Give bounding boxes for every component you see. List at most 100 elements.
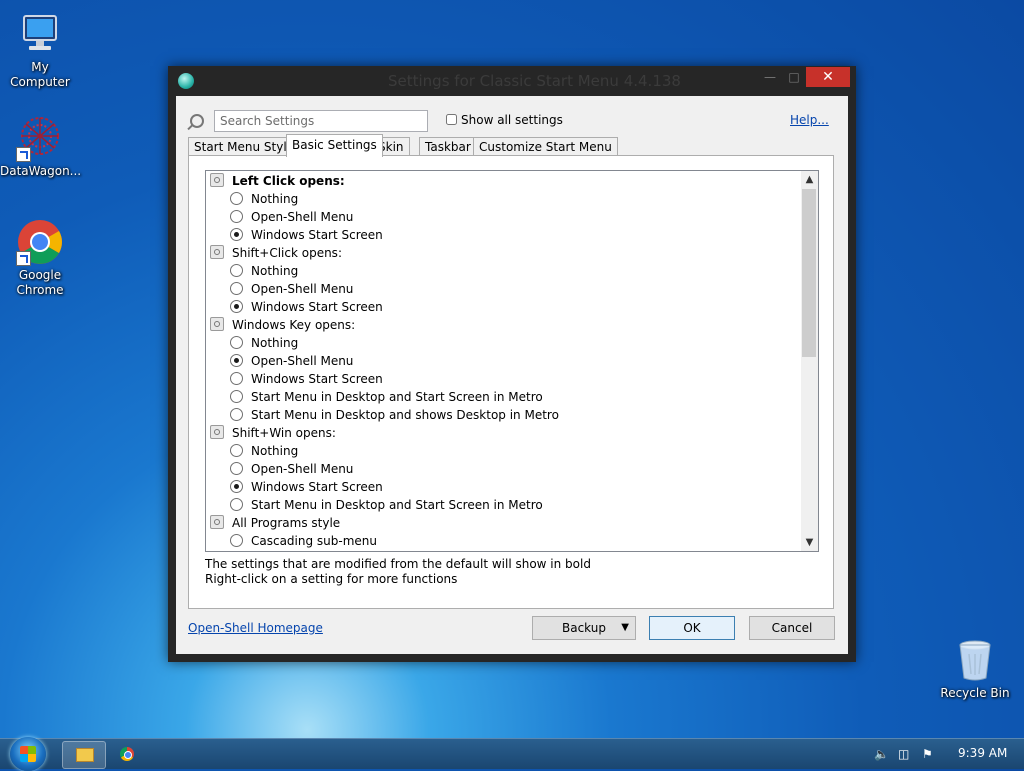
info-text-bold: The settings that are modified from the … bbox=[205, 557, 591, 571]
chrome-icon bbox=[120, 747, 134, 761]
radio-button[interactable] bbox=[230, 390, 243, 403]
desktop-icon-label: Recycle Bin bbox=[940, 686, 1010, 700]
start-button[interactable] bbox=[10, 737, 46, 771]
radio-button[interactable] bbox=[230, 408, 243, 421]
setting-label: Left Click opens: bbox=[232, 174, 345, 188]
setting-label: Open-Shell Menu bbox=[251, 354, 354, 368]
settings-option-row[interactable]: Start Menu in Desktop and Start Screen i… bbox=[230, 496, 543, 514]
tab-basic-settings[interactable]: Basic Settings bbox=[286, 134, 383, 157]
setting-label: Nothing bbox=[251, 444, 299, 458]
desktop-icon-datawagon[interactable]: DataWagon... bbox=[0, 114, 82, 179]
radio-button[interactable] bbox=[230, 264, 243, 277]
radio-button[interactable] bbox=[230, 372, 243, 385]
settings-option-row[interactable]: Open-Shell Menu bbox=[230, 460, 353, 478]
setting-label: Nothing bbox=[251, 192, 299, 206]
chrome-icon bbox=[16, 218, 64, 266]
settings-scrollbar[interactable]: ▲ ▼ bbox=[801, 171, 818, 551]
window-titlebar[interactable]: Settings for Classic Start Menu 4.4.138 … bbox=[168, 66, 856, 96]
setting-gear-icon bbox=[210, 245, 224, 259]
volume-muted-icon[interactable]: 🔈 bbox=[874, 747, 890, 761]
setting-gear-icon bbox=[210, 173, 224, 187]
radio-button[interactable] bbox=[230, 300, 243, 313]
desktop-icon-recycle-bin[interactable]: Recycle Bin bbox=[935, 636, 1015, 701]
settings-option-row[interactable]: Windows Start Screen bbox=[230, 370, 383, 388]
radio-button[interactable] bbox=[230, 192, 243, 205]
setting-label: Nothing bbox=[251, 264, 299, 278]
radio-button[interactable] bbox=[230, 228, 243, 241]
close-button[interactable]: ✕ bbox=[806, 67, 850, 87]
scroll-up-arrow-icon[interactable]: ▲ bbox=[801, 171, 818, 188]
settings-group-row[interactable]: Shift+Win opens: bbox=[210, 424, 336, 442]
setting-label: Windows Start Screen bbox=[251, 300, 383, 314]
settings-option-row[interactable]: Windows Start Screen bbox=[230, 478, 383, 496]
cancel-button[interactable]: Cancel bbox=[749, 616, 835, 640]
settings-option-row[interactable]: Open-Shell Menu bbox=[230, 208, 353, 226]
desktop-icon-google-chrome[interactable]: Google Chrome bbox=[0, 218, 80, 298]
settings-option-row[interactable]: Nothing bbox=[230, 190, 298, 208]
settings-option-row[interactable]: Open-Shell Menu bbox=[230, 352, 353, 370]
backup-button-label: Backup bbox=[562, 621, 606, 635]
settings-group-row[interactable]: All Programs style bbox=[210, 514, 340, 532]
settings-option-row[interactable]: Windows Start Screen bbox=[230, 226, 383, 244]
taskbar-explorer-button[interactable] bbox=[62, 741, 106, 769]
settings-option-row[interactable]: Nothing bbox=[230, 442, 298, 460]
show-all-settings-label: Show all settings bbox=[461, 113, 563, 127]
radio-button[interactable] bbox=[230, 534, 243, 547]
settings-list[interactable]: Left Click opens: Nothing Open-Shell Menu W… bbox=[205, 170, 819, 552]
show-all-settings-checkbox[interactable] bbox=[446, 114, 457, 125]
radio-button[interactable] bbox=[230, 210, 243, 223]
settings-group-row[interactable]: Windows Key opens: bbox=[210, 316, 355, 334]
settings-option-row[interactable]: Cascading sub-menu bbox=[230, 532, 377, 550]
window-client-area: Show all settings Help... Start Menu Sty… bbox=[176, 96, 848, 654]
windows-logo-icon bbox=[20, 746, 36, 762]
settings-group-row[interactable]: Left Click opens: bbox=[210, 172, 345, 190]
settings-window: Settings for Classic Start Menu 4.4.138 … bbox=[168, 66, 856, 662]
radio-button[interactable] bbox=[230, 354, 243, 367]
setting-label: Start Menu in Desktop and shows Desktop … bbox=[251, 408, 559, 422]
open-shell-homepage-link[interactable]: Open-Shell Homepage bbox=[188, 621, 323, 635]
tab-start-menu-style[interactable]: Start Menu Style bbox=[188, 137, 301, 156]
computer-icon bbox=[16, 10, 64, 58]
settings-option-row[interactable]: Nothing bbox=[230, 334, 298, 352]
setting-label: Open-Shell Menu bbox=[251, 282, 354, 296]
scrollbar-thumb[interactable] bbox=[802, 189, 816, 357]
taskbar-chrome-button[interactable] bbox=[106, 741, 148, 767]
setting-label: Windows Start Screen bbox=[251, 372, 383, 386]
network-icon[interactable]: ◫ bbox=[898, 747, 914, 761]
desktop-icon-label: DataWagon... bbox=[0, 164, 82, 178]
radio-button[interactable] bbox=[230, 480, 243, 493]
action-center-icon[interactable]: ⚑ bbox=[922, 747, 938, 761]
setting-label: All Programs style bbox=[232, 516, 341, 530]
tab-taskbar[interactable]: Taskbar bbox=[419, 137, 477, 156]
desktop-icon-my-computer[interactable]: My Computer bbox=[0, 10, 80, 90]
taskbar: 🔈 ◫ ⚑ 9:39 AM bbox=[0, 737, 1024, 771]
tab-customize-start-menu[interactable]: Customize Start Menu bbox=[473, 137, 618, 156]
settings-option-row[interactable]: Start Menu in Desktop and Start Screen i… bbox=[230, 388, 543, 406]
help-link[interactable]: Help... bbox=[790, 113, 829, 127]
settings-option-row[interactable]: Windows Start Screen bbox=[230, 298, 383, 316]
maximize-button[interactable]: □ bbox=[782, 67, 806, 87]
shortcut-arrow-icon bbox=[16, 251, 31, 266]
setting-label: Nothing bbox=[251, 336, 299, 350]
setting-gear-icon bbox=[210, 317, 224, 331]
app-shell-icon bbox=[178, 73, 194, 89]
setting-label: Windows Start Screen bbox=[251, 480, 383, 494]
settings-option-row[interactable]: Start Menu in Desktop and shows Desktop … bbox=[230, 406, 559, 424]
radio-button[interactable] bbox=[230, 498, 243, 511]
setting-label: Cascading sub-menu bbox=[251, 534, 378, 548]
radio-button[interactable] bbox=[230, 462, 243, 475]
backup-button[interactable]: Backup ▼ bbox=[532, 616, 636, 640]
settings-option-row[interactable]: Nothing bbox=[230, 262, 298, 280]
radio-button[interactable] bbox=[230, 282, 243, 295]
radio-button[interactable] bbox=[230, 336, 243, 349]
setting-label: Windows Start Screen bbox=[251, 228, 383, 242]
taskbar-clock[interactable]: 9:39 AM bbox=[958, 746, 1007, 760]
ok-button[interactable]: OK bbox=[649, 616, 735, 640]
settings-group-row[interactable]: Shift+Click opens: bbox=[210, 244, 342, 262]
minimize-button[interactable]: — bbox=[758, 67, 782, 87]
radio-button[interactable] bbox=[230, 444, 243, 457]
settings-option-row[interactable]: Open-Shell Menu bbox=[230, 280, 353, 298]
scroll-down-arrow-icon[interactable]: ▼ bbox=[801, 534, 818, 551]
search-input[interactable] bbox=[214, 110, 428, 132]
setting-label: Windows Key opens: bbox=[232, 318, 356, 332]
